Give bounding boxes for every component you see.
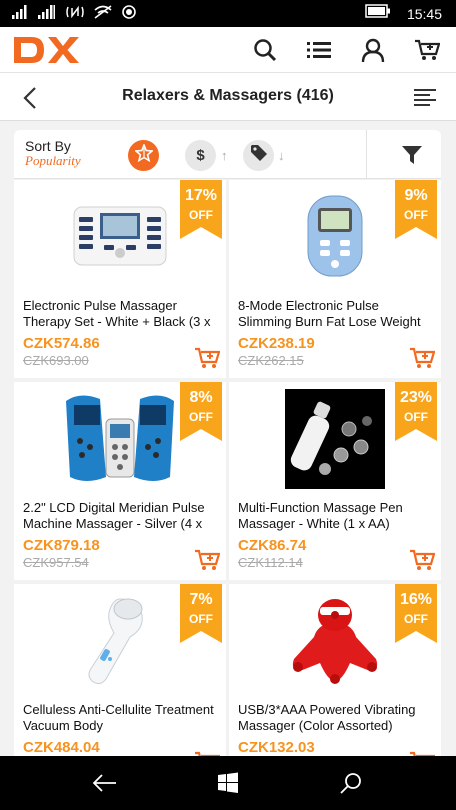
sort-bar: Sort By Popularity $ ↑ ↓ [14, 130, 441, 179]
product-card[interactable]: 16% OFF USB/3*AAA Powered Vibrating Mass… [229, 584, 441, 756]
add-to-cart-icon[interactable] [409, 549, 436, 571]
star-badge-icon [133, 142, 154, 167]
product-name[interactable]: 2.2" LCD Digital Meridian Pulse Machine … [23, 500, 219, 532]
signal-icon [12, 4, 28, 24]
sort-down-arrow: ↓ [278, 148, 285, 163]
product-price: CZK879.18 [23, 537, 100, 554]
discount-percent: 17% [184, 187, 218, 204]
app-header [0, 27, 456, 73]
price-symbol: $ [196, 147, 205, 164]
product-price: CZK574.86 [23, 335, 100, 352]
product-card[interactable]: 8% OFF 2.2" LCD Digital Meridian Pulse M… [14, 382, 226, 580]
product-name[interactable]: Electronic Pulse Massager Therapy Set - … [23, 298, 219, 330]
discount-percent: 16% [399, 591, 433, 608]
menu-list-icon[interactable] [304, 35, 334, 65]
tag-icon [250, 144, 268, 167]
product-old-price: CZK957.54 [23, 555, 89, 570]
cart-icon[interactable] [412, 35, 442, 65]
discount-percent: 8% [189, 389, 213, 406]
add-to-cart-icon[interactable] [194, 549, 221, 571]
discount-off-label: OFF [404, 410, 428, 424]
discount-percent: 23% [399, 389, 433, 406]
product-price: CZK484.04 [23, 739, 100, 756]
product-old-price: CZK262.15 [238, 353, 304, 368]
product-price: CZK86.74 [238, 537, 307, 554]
sort-price-button[interactable]: $ [185, 140, 216, 171]
add-to-cart-icon[interactable] [409, 347, 436, 369]
discount-off-label: OFF [404, 612, 428, 626]
location-icon [122, 4, 136, 24]
discount-off-label: OFF [404, 208, 428, 222]
back-arrow-icon[interactable] [90, 768, 120, 798]
category-title-bar: Relaxers & Massagers (416) [0, 73, 456, 121]
battery-icon [365, 4, 391, 23]
product-price: CZK238.19 [238, 335, 315, 352]
product-name[interactable]: USB/3*AAA Powered Vibrating Massager (Co… [238, 702, 434, 734]
product-card[interactable]: 17% OFF Electronic Pulse Massager Therap… [14, 180, 226, 378]
discount-badge: 8% OFF [180, 382, 222, 441]
discount-off-label: OFF [189, 612, 213, 626]
discount-badge: 7% OFF [180, 584, 222, 643]
signal-2-icon [38, 4, 56, 24]
search-nav-icon[interactable] [336, 768, 366, 798]
product-name[interactable]: Multi-Function Massage Pen Massager - Wh… [238, 500, 434, 532]
discount-badge: 23% OFF [395, 382, 437, 441]
list-view-icon[interactable] [414, 87, 436, 107]
sort-up-arrow: ↑ [221, 148, 228, 163]
product-grid: 17% OFF Electronic Pulse Massager Therap… [14, 180, 441, 756]
page-title: Relaxers & Massagers (416) [122, 87, 334, 104]
status-bar: 15:45 [0, 0, 456, 27]
discount-badge: 9% OFF [395, 180, 437, 239]
product-card[interactable]: 23% OFF Multi-Function Massage Pen Massa… [229, 382, 441, 580]
nfc-icon [66, 4, 84, 25]
clock: 15:45 [406, 5, 442, 22]
windows-home-icon[interactable] [213, 768, 243, 798]
product-name[interactable]: Celluless Anti-Cellulite Treatment Vacuu… [23, 702, 219, 734]
discount-off-label: OFF [189, 410, 213, 424]
sort-label: Sort By [25, 138, 71, 154]
discount-badge: 17% OFF [180, 180, 222, 239]
sort-popularity-button[interactable] [128, 140, 159, 171]
sort-value[interactable]: Popularity [25, 153, 81, 169]
product-old-price: CZK112.14 [238, 555, 303, 570]
sort-discount-button[interactable] [243, 140, 274, 171]
discount-percent: 7% [189, 591, 213, 608]
discount-badge: 16% OFF [395, 584, 437, 643]
divider [366, 130, 367, 178]
product-card[interactable]: 7% OFF Celluless Anti-Cellulite Treatmen… [14, 584, 226, 756]
discount-percent: 9% [404, 187, 428, 204]
dx-logo[interactable] [12, 35, 82, 70]
product-card[interactable]: 9% OFF 8-Mode Electronic Pulse Slimming … [229, 180, 441, 378]
add-to-cart-icon[interactable] [194, 347, 221, 369]
product-price: CZK132.03 [238, 739, 315, 756]
search-icon[interactable] [250, 35, 280, 65]
account-icon[interactable] [358, 35, 388, 65]
product-old-price: CZK693.00 [23, 353, 89, 368]
filter-icon[interactable] [401, 144, 423, 166]
wifi-off-icon [94, 4, 112, 25]
discount-off-label: OFF [189, 208, 213, 222]
system-nav-bar [0, 756, 456, 810]
product-name[interactable]: 8-Mode Electronic Pulse Slimming Burn Fa… [238, 298, 434, 330]
